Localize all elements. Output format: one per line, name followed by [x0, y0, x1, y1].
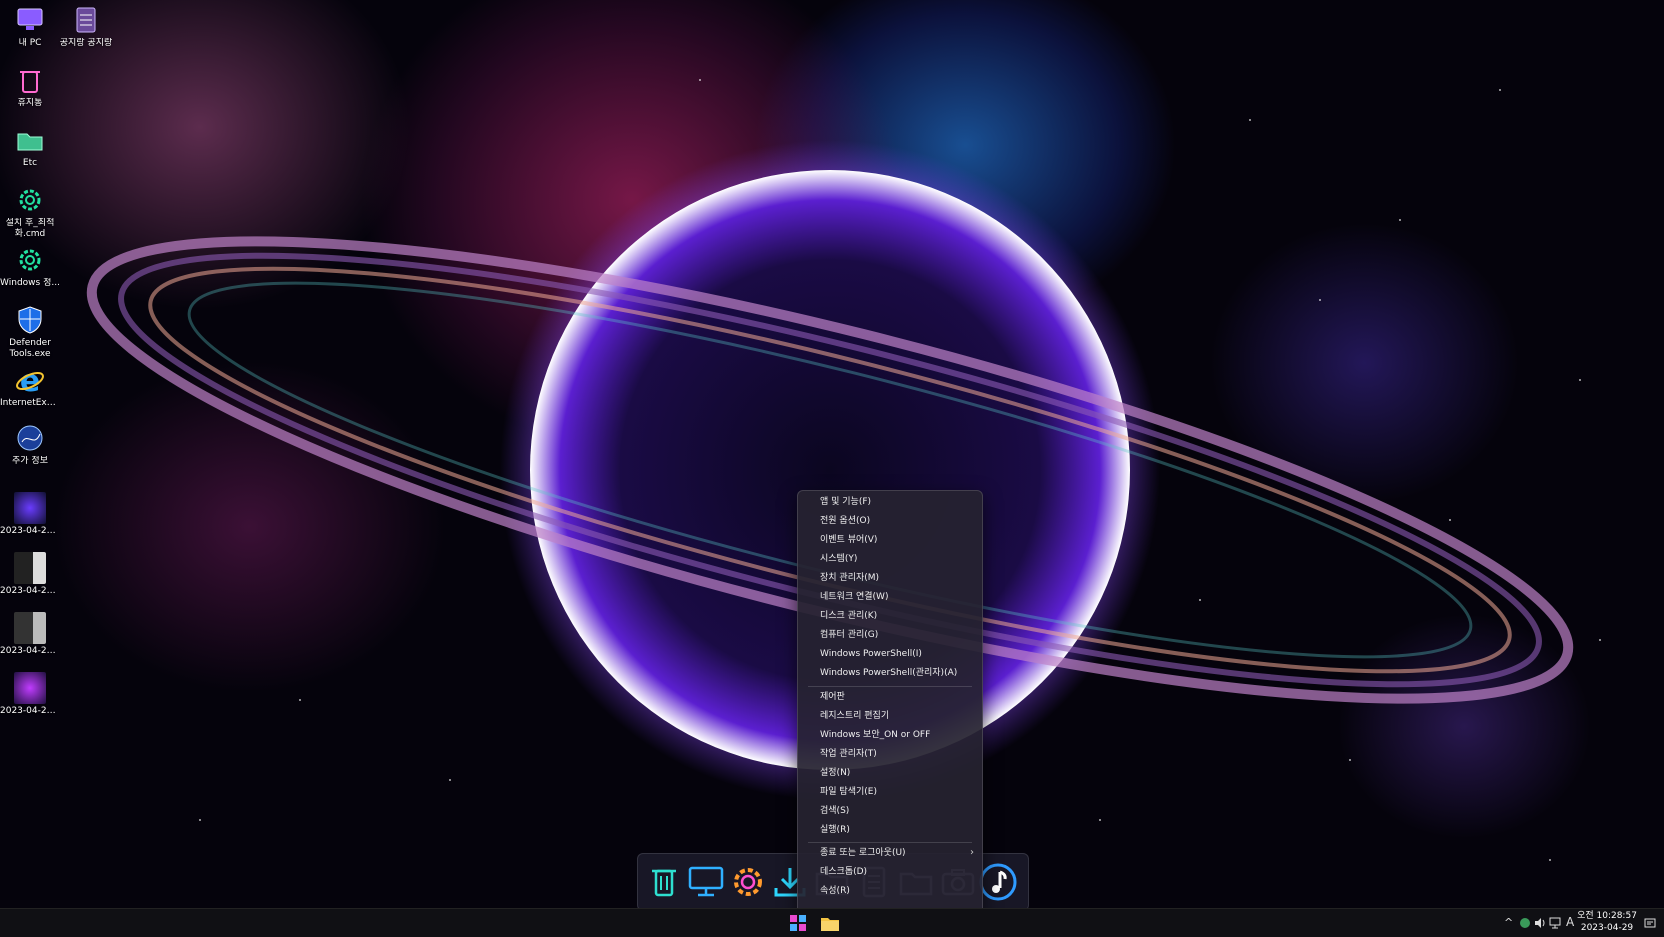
gear-icon[interactable] — [728, 862, 768, 902]
folder-icon — [17, 133, 43, 151]
desktop-icon-label: 추가 정보 — [12, 456, 48, 466]
menu-item-event-viewer[interactable]: 이벤트 뷰어(V) — [820, 531, 877, 549]
shield-icon — [18, 306, 42, 334]
screenshot-thumbnail-icon — [14, 612, 46, 644]
menu-item-registry-editor[interactable]: 레지스트리 편집기 — [820, 707, 889, 725]
desktop-icon-notice[interactable]: 공지랑 공지랑 — [56, 4, 116, 49]
desktop-icon-label: Etc — [22, 158, 38, 168]
desktop-icon-additional-info[interactable]: 추가 정보 — [0, 422, 60, 467]
desktop-icon-label: Defender Tools.exe — [9, 338, 51, 359]
desktop-icon-this-pc[interactable]: 내 PC — [0, 4, 60, 49]
clock-date: 2023-04-29 — [1580, 923, 1634, 933]
notepad-icon — [76, 7, 96, 33]
desktop-icon-defender-tools[interactable]: Defender Tools.exe — [0, 304, 60, 360]
monitor-icon[interactable] — [686, 862, 726, 902]
taskbar-clock[interactable]: 오전 10:28:57 2023-04-29 — [1572, 910, 1642, 934]
desktop-icon-screenshot[interactable]: 2023-04-29_... — [0, 612, 60, 657]
tray-overflow-chevron-icon[interactable]: ^ — [1504, 916, 1513, 929]
menu-item-settings[interactable]: 설정(N) — [820, 764, 850, 782]
desktop-icon-label: InternetExpl... — [0, 398, 60, 408]
taskbar: ^ A 오전 10:28:57 2023-04-29 — [0, 908, 1664, 937]
file-explorer-button[interactable] — [820, 913, 840, 933]
menu-item-power-options[interactable]: 전원 옵션(O) — [820, 512, 870, 530]
menu-item-search[interactable]: 검색(S) — [820, 802, 849, 820]
desktop-icon-screenshot[interactable]: 2023-04-29_... — [0, 552, 60, 597]
menu-item-apps-features[interactable]: 앱 및 기능(F) — [820, 493, 871, 511]
menu-separator — [808, 686, 972, 687]
monitor-icon — [17, 8, 43, 30]
desktop-icon-etc[interactable]: Etc — [0, 124, 60, 169]
desktop-icon-label: 내 PC — [18, 38, 42, 48]
menu-item-system[interactable]: 시스템(Y) — [820, 550, 857, 568]
menu-item-powershell-admin[interactable]: Windows PowerShell(관리자)(A) — [820, 664, 957, 682]
menu-item-windows-security[interactable]: Windows 보안_ON or OFF — [820, 726, 930, 744]
desktop-icon-label: 휴지통 — [17, 98, 43, 108]
desktop-icon-screenshot[interactable]: 2023-04-29_... — [0, 492, 60, 537]
desktop-icon-label: 공지랑 공지랑 — [59, 38, 113, 48]
submenu-chevron-icon: › — [970, 847, 974, 858]
gear-icon — [19, 249, 41, 271]
recycle-bin-icon — [20, 71, 40, 93]
recycle-bin-icon[interactable] — [644, 862, 684, 902]
menu-item-shutdown-signout[interactable]: 종료 또는 로그아웃(U) — [820, 844, 906, 862]
start-context-menu: 앱 및 기능(F) 전원 옵션(O) 이벤트 뷰어(V) 시스템(Y) 장치 관… — [797, 490, 983, 916]
desktop-icon-windows-settings[interactable]: Windows 정... — [0, 244, 60, 289]
menu-item-properties[interactable]: 속성(R) — [820, 882, 850, 900]
menu-item-file-explorer[interactable]: 파일 탐색기(E) — [820, 783, 877, 801]
notification-center-icon[interactable] — [1643, 917, 1657, 931]
desktop-icon-optimize-cmd[interactable]: 설치 후_최적화.cmd — [0, 184, 60, 240]
desktop-icon-label: 설치 후_최적화.cmd — [5, 218, 55, 239]
globe-icon — [17, 425, 43, 451]
desktop-icon-label: 2023-04-29_... — [0, 646, 60, 656]
desktop-icon-label: 2023-04-29_... — [0, 586, 60, 596]
internet-explorer-icon: e — [16, 364, 44, 396]
screenshot-thumbnail-icon — [14, 672, 46, 704]
menu-item-run[interactable]: 실행(R) — [820, 821, 850, 839]
desktop-icon-screenshot[interactable]: 2023-04-29_... — [0, 672, 60, 717]
menu-item-disk-management[interactable]: 디스크 관리(K) — [820, 607, 877, 625]
menu-item-powershell[interactable]: Windows PowerShell(I) — [820, 645, 922, 663]
menu-item-desktop[interactable]: 데스크톱(D) — [820, 863, 867, 881]
music-icon[interactable] — [978, 862, 1018, 902]
screenshot-thumbnail-icon — [14, 492, 46, 524]
menu-item-task-manager[interactable]: 작업 관리자(T) — [820, 745, 877, 763]
svg-text:e: e — [20, 364, 40, 396]
security-tray-icon[interactable] — [1518, 916, 1532, 930]
menu-item-computer-management[interactable]: 컴퓨터 관리(G) — [820, 626, 878, 644]
menu-item-device-manager[interactable]: 장치 관리자(M) — [820, 569, 879, 587]
menu-separator — [808, 842, 972, 843]
desktop-icon-label: 2023-04-29_... — [0, 526, 60, 536]
desktop-icon-label: Windows 정... — [0, 278, 60, 288]
gear-icon — [19, 189, 41, 211]
desktop-icon-recycle-bin[interactable]: 휴지통 — [0, 64, 60, 109]
menu-item-network-connections[interactable]: 네트워크 연결(W) — [820, 588, 888, 606]
menu-item-control-panel[interactable]: 제어판 — [820, 688, 845, 706]
network-icon[interactable] — [1548, 916, 1562, 930]
desktop-icon-label: 2023-04-29_... — [0, 706, 60, 716]
start-button[interactable] — [788, 913, 808, 933]
desktop-icon-internet-explorer[interactable]: e InternetExpl... — [0, 364, 60, 409]
volume-icon[interactable] — [1533, 916, 1547, 930]
screenshot-thumbnail-icon — [14, 552, 46, 584]
clock-time: 오전 10:28:57 — [1577, 911, 1637, 921]
